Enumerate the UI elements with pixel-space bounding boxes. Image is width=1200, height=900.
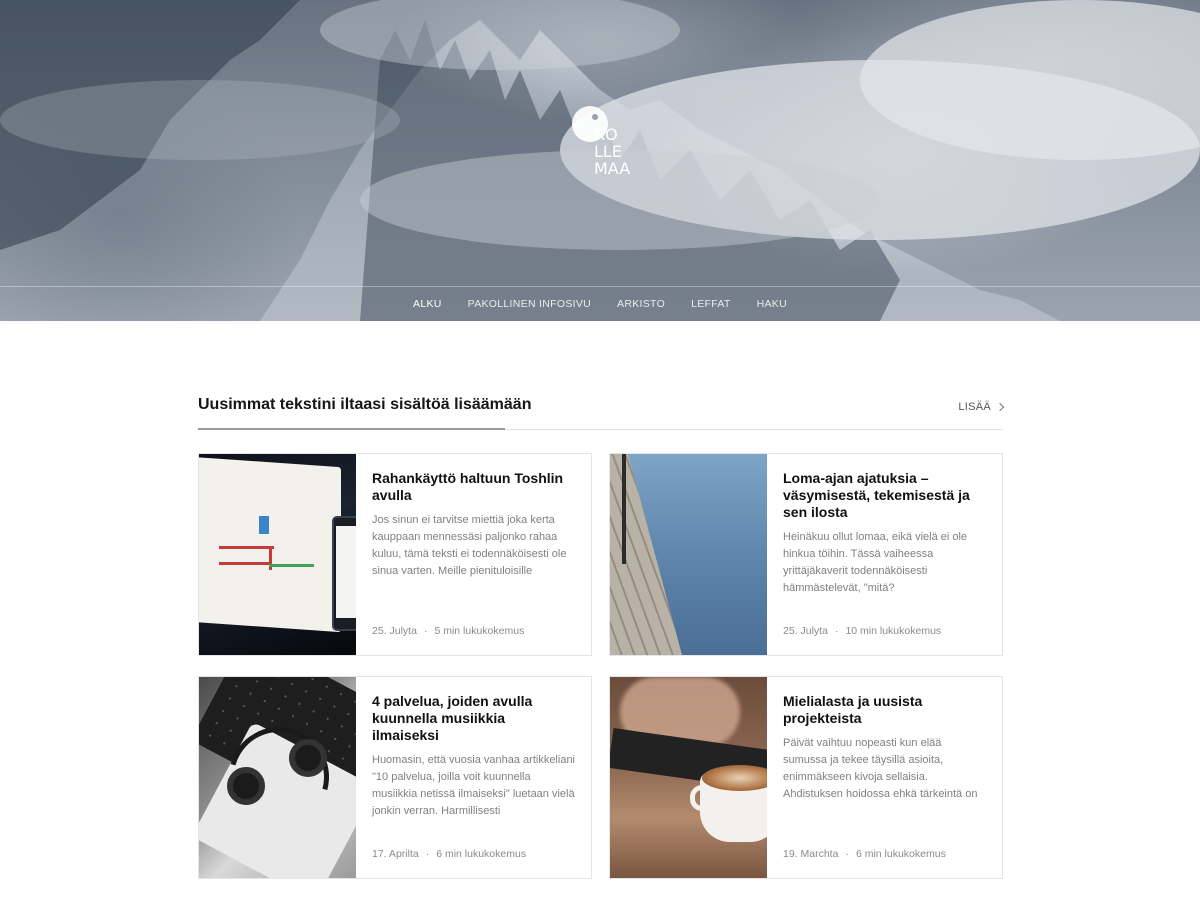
post-card[interactable]: Mielialasta ja uusista projekteista Päiv… <box>609 676 1003 879</box>
post-card[interactable]: Loma-ajan ajatuksia – väsymisestä, tekem… <box>609 453 1003 656</box>
nav-item-haku[interactable]: HAKU <box>757 298 787 310</box>
logo-text-line-2: LLE <box>594 142 622 161</box>
post-title[interactable]: Loma-ajan ajatuksia – väsymisestä, tekem… <box>783 470 986 521</box>
post-card-body: Mielialasta ja uusista projekteista Päiv… <box>767 677 1002 878</box>
site-logo[interactable]: RO LLE MAA <box>572 106 632 180</box>
chart-bar-shape <box>219 562 269 565</box>
chart-bar-shape <box>269 564 314 567</box>
post-card[interactable]: 4 palvelua, joiden avulla kuunnella musi… <box>198 676 592 879</box>
logo-text-line-1: RO <box>594 125 618 144</box>
logo-text-line-3: MAA <box>594 159 631 178</box>
post-date: 25. Julyta <box>783 625 828 637</box>
post-date: 17. Aprilta <box>372 848 419 860</box>
section-header: Uusimmat tekstini iltaasi sisältöä lisää… <box>198 390 1005 430</box>
post-card-body: 4 palvelua, joiden avulla kuunnella musi… <box>356 677 591 878</box>
post-read-time: 10 min lukukokemus <box>845 625 942 637</box>
post-meta: 19. Marchta · 6 min lukukokemus <box>783 848 946 860</box>
tablet-screen-shape <box>199 456 341 633</box>
nav-item-arkisto[interactable]: ARKISTO <box>617 298 665 310</box>
chart-bar-shape <box>259 516 269 534</box>
phone-shape <box>332 516 356 631</box>
meta-separator: · <box>834 625 839 637</box>
post-date: 19. Marchta <box>783 848 839 860</box>
latest-posts-section: Uusimmat tekstini iltaasi sisältöä lisää… <box>198 390 1005 879</box>
post-excerpt: Jos sinun ei tarvitse miettiä joka kerta… <box>372 514 567 577</box>
pier-post-shape <box>622 454 626 564</box>
post-meta: 25. Julyta · 10 min lukukokemus <box>783 625 941 637</box>
post-card-body: Rahankäyttö haltuun Toshlin avulla Jos s… <box>356 454 591 655</box>
section-title-underline <box>198 428 505 430</box>
post-thumbnail-headphones[interactable] <box>199 677 356 878</box>
post-card-body: Loma-ajan ajatuksia – väsymisestä, tekem… <box>767 454 1002 655</box>
meta-separator: · <box>845 848 849 860</box>
post-read-time: 5 min lukukokemus <box>434 625 525 637</box>
nav-item-pakollinen-infosivu[interactable]: PAKOLLINEN INFOSIVU <box>468 298 591 310</box>
nav-item-leffat[interactable]: LEFFAT <box>691 298 731 310</box>
chevron-right-icon <box>995 402 1005 412</box>
pier-planks-shape <box>610 454 682 655</box>
nav-item-alku[interactable]: ALKU <box>413 298 442 310</box>
post-title[interactable]: 4 palvelua, joiden avulla kuunnella musi… <box>372 693 575 744</box>
post-thumbnail-budget-app[interactable] <box>199 454 356 655</box>
post-excerpt: Heinäkuu ollut lomaa, eikä vielä ei ole … <box>783 531 968 594</box>
logo-text: RO LLE MAA <box>594 126 634 177</box>
post-title[interactable]: Rahankäyttö haltuun Toshlin avulla <box>372 470 575 504</box>
more-link-label: LISÄÄ <box>958 401 991 413</box>
post-date: 25. Julyta <box>372 625 417 637</box>
post-thumbnail-pier[interactable] <box>610 454 767 655</box>
post-thumbnail-coffee[interactable] <box>610 677 767 878</box>
post-meta: 17. Aprilta · 6 min lukukokemus <box>372 848 526 860</box>
meta-separator: · <box>423 625 428 637</box>
post-read-time: 6 min lukukokemus <box>436 848 527 860</box>
hero-header: RO LLE MAA ALKU PAKOLLINEN INFOSIVU ARKI… <box>0 0 1200 321</box>
post-title[interactable]: Mielialasta ja uusista projekteista <box>783 693 986 727</box>
section-title: Uusimmat tekstini iltaasi sisältöä lisää… <box>198 396 532 413</box>
more-link[interactable]: LISÄÄ <box>958 401 1005 413</box>
chart-bar-shape <box>219 546 274 549</box>
headphone-ear-shape <box>289 739 327 777</box>
post-excerpt: Huomasin, että vuosia vanhaa artikkelian… <box>372 754 576 817</box>
headphone-ear-shape <box>227 767 265 805</box>
post-card[interactable]: Rahankäyttö haltuun Toshlin avulla Jos s… <box>198 453 592 656</box>
meta-separator: · <box>425 848 430 860</box>
post-meta: 25. Julyta · 5 min lukukokemus <box>372 625 524 637</box>
post-read-time: 6 min lukukokemus <box>855 848 946 860</box>
post-excerpt: Päivät vaihtuu nopeasti kun elää sumussa… <box>783 737 978 800</box>
main-navigation: ALKU PAKOLLINEN INFOSIVU ARKISTO LEFFAT … <box>0 286 1200 321</box>
